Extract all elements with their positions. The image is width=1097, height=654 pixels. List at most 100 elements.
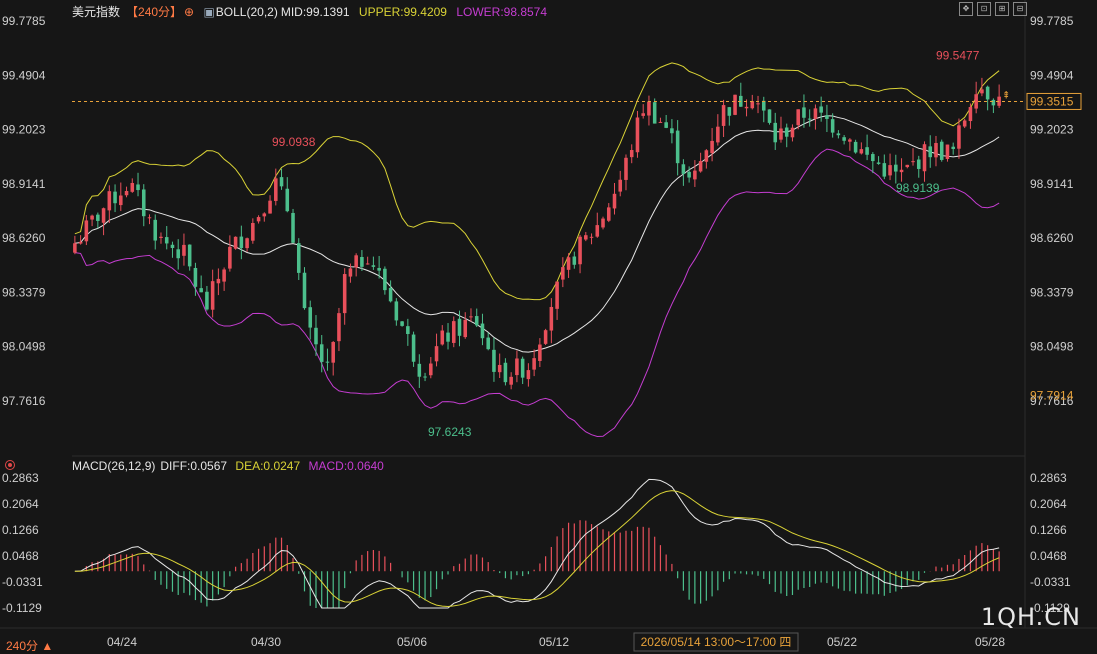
macd-tick-left: 0.2064	[2, 497, 39, 511]
candle-body	[985, 86, 990, 100]
candle-body	[578, 236, 582, 265]
candle-body	[767, 109, 772, 123]
indicator-settings-icon[interactable]	[5, 460, 15, 470]
candle-body	[84, 220, 89, 242]
zoom-in-icon[interactable]: ⊞	[995, 2, 1009, 16]
macd-tick-left: 0.0468	[2, 549, 39, 563]
price-tick-right: 98.9141	[1030, 177, 1074, 191]
candle-body	[400, 321, 404, 326]
price-tick-right: 99.2023	[1030, 123, 1074, 137]
candle-body	[945, 144, 950, 159]
candle-body	[314, 327, 318, 345]
macd-tick-right: -0.0331	[1030, 575, 1071, 589]
candle-body	[147, 217, 152, 219]
candle-body	[239, 236, 244, 249]
date-label: 05/22	[827, 635, 857, 649]
candle-body	[451, 321, 456, 343]
candle-body	[584, 235, 588, 240]
candle-body	[894, 164, 898, 172]
candle-body	[486, 337, 490, 350]
boll-lower: LOWER:98.8574	[456, 5, 548, 19]
toggle-icon[interactable]: ⊕	[184, 5, 194, 19]
candle-body	[153, 219, 158, 241]
price-tick-left: 98.9141	[2, 177, 46, 191]
candle-body	[509, 376, 513, 385]
macd-tick-right: 0.1266	[1030, 523, 1067, 537]
candle-body	[337, 313, 341, 342]
candle-body	[848, 139, 852, 142]
candle-body	[629, 150, 634, 158]
candle-body	[457, 318, 462, 336]
candle-body	[371, 265, 376, 267]
candle-body	[205, 291, 209, 310]
price-tick-right: 98.3379	[1030, 285, 1074, 299]
candle-body	[871, 154, 875, 162]
candle-body	[411, 334, 416, 362]
price-tick-left: 98.0498	[2, 340, 46, 354]
candle-body	[107, 191, 112, 211]
candle-body	[681, 164, 686, 174]
candle-body	[319, 344, 324, 362]
candle-body	[721, 105, 726, 126]
chart-canvas[interactable]: 99.7785 99.7785 99.4904 99.4904 99.2023 99.20…	[0, 0, 1097, 653]
candle-body	[716, 126, 720, 143]
macd-dea-line	[74, 490, 1000, 608]
candle-body	[492, 349, 496, 372]
price-tick-left: 98.3379	[2, 285, 46, 299]
candle-body	[957, 125, 961, 149]
macd-tick-left: 0.2863	[2, 471, 39, 485]
candle-body	[296, 243, 301, 273]
price-tick-right: 99.4904	[1030, 68, 1074, 82]
candle-body	[865, 147, 869, 155]
candle-body	[291, 212, 295, 243]
candle-body	[417, 363, 422, 377]
candle-body	[635, 117, 640, 153]
period-tag[interactable]: 【240分】	[126, 5, 182, 19]
candle-body	[423, 376, 427, 378]
candle-body	[830, 119, 835, 133]
macd-dea: DEA:0.0247	[235, 459, 301, 473]
candle-body	[503, 362, 508, 383]
candle-body	[784, 127, 789, 137]
candle-body	[429, 363, 433, 376]
candle-body	[624, 157, 628, 180]
chart-type-icon[interactable]: ▣	[203, 5, 214, 19]
macd-diff-line	[74, 478, 1000, 609]
candle-body	[124, 190, 129, 196]
boll-legend: 美元指数 【240分】 ⊕ ▣BOLL(20,2) MID:99.1391 UPPER…	[72, 3, 553, 19]
annotation-low: 98.9139	[896, 181, 940, 195]
candle-body	[480, 323, 485, 339]
candle-body	[446, 332, 450, 342]
candle-body	[658, 121, 663, 123]
candle-body	[308, 307, 313, 328]
candle-body	[991, 99, 996, 106]
macd-diff: DIFF:0.0567	[160, 459, 228, 473]
macd-name: MACD(26,12,9)	[72, 459, 156, 473]
candle-body	[876, 162, 881, 164]
period-selector[interactable]: 240分 ▲	[6, 637, 53, 654]
candle-body	[130, 182, 135, 192]
candle-body	[245, 238, 249, 249]
candle-body	[951, 146, 955, 150]
zoom-fit-icon[interactable]: ⊡	[977, 2, 991, 16]
candle-body	[813, 108, 818, 119]
move-icon[interactable]: ✥	[959, 2, 973, 16]
zoom-out-icon[interactable]: ⊟	[1013, 2, 1027, 16]
candle-body	[159, 236, 163, 238]
candle-body	[928, 146, 933, 158]
candle-body	[164, 237, 169, 244]
candle-body	[790, 127, 795, 138]
candle-body	[538, 344, 542, 361]
candle-body	[727, 107, 732, 116]
candle-body	[360, 256, 364, 267]
candle-body	[652, 102, 657, 124]
annotation-high: 99.0938	[272, 135, 316, 149]
date-label: 05/12	[539, 635, 569, 649]
candle-body	[566, 257, 571, 270]
candle-body	[96, 214, 100, 221]
current-price-label: 99.3515	[1030, 94, 1074, 108]
chart-toolbar: ✥ ⊡ ⊞ ⊟	[959, 2, 1027, 16]
macd-legend: MACD(26,12,9) DIFF:0.0567 DEA:0.0247 MACD…	[72, 459, 389, 473]
candle-body	[761, 100, 766, 111]
candle-body	[962, 120, 967, 127]
